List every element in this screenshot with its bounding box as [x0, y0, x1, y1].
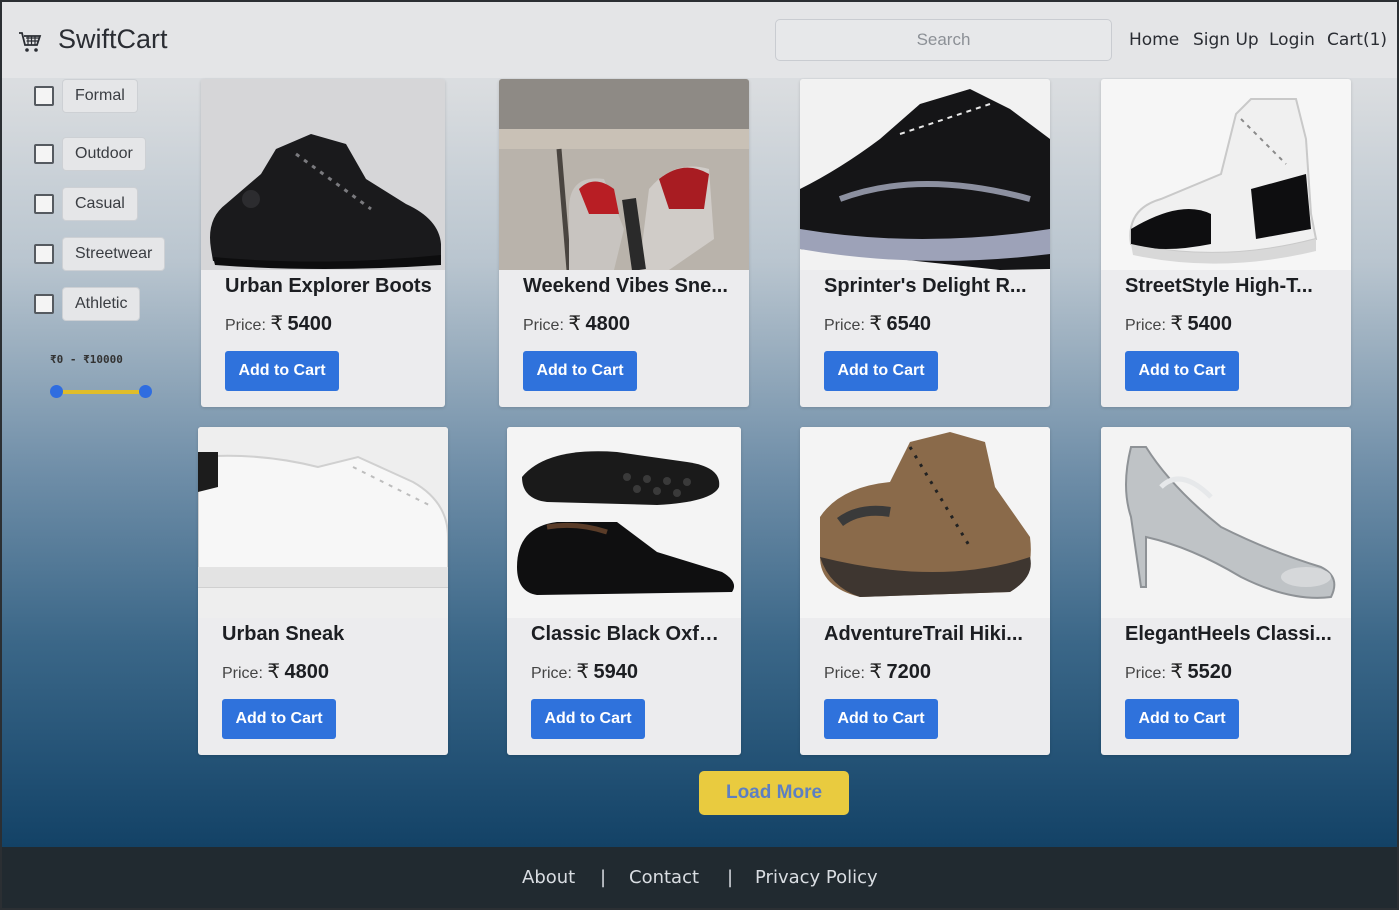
product-name[interactable]: Sprinter's Delight R... — [824, 275, 1038, 298]
product-price: Price: ₹ 5400 — [1125, 313, 1233, 335]
add-to-cart-button[interactable]: Add to Cart — [824, 351, 938, 391]
add-to-cart-button[interactable]: Add to Cart — [1125, 699, 1239, 739]
add-to-cart-button[interactable]: Add to Cart — [523, 351, 637, 391]
filter-label-streetwear[interactable]: Streetwear — [62, 237, 166, 271]
product-price: Price: ₹ 5400 — [225, 313, 333, 335]
product-card: Classic Black Oxford Price: ₹ 5940 Add t… — [507, 427, 741, 755]
product-image[interactable] — [201, 79, 445, 270]
product-image[interactable] — [499, 79, 749, 270]
product-price: Price: ₹ 5520 — [1125, 661, 1233, 683]
filter-checkbox-athletic[interactable] — [34, 294, 54, 314]
price-max-handle[interactable] — [139, 385, 152, 398]
product-card: Weekend Vibes Sne... Price: ₹ 4800 Add t… — [499, 79, 749, 407]
price-range-label: ₹0 - ₹10000 — [50, 353, 123, 366]
footer: About | Contact | Privacy Policy — [2, 847, 1397, 908]
nav-cart-link[interactable]: Cart(1) — [1327, 30, 1387, 50]
product-image[interactable] — [800, 427, 1050, 618]
filter-checkbox-streetwear[interactable] — [34, 244, 54, 264]
product-image[interactable] — [1101, 427, 1351, 618]
product-card: Urban Sneak Price: ₹ 4800 Add to Cart — [198, 427, 448, 755]
nav-signup-link[interactable]: Sign Up — [1193, 30, 1259, 50]
product-card: StreetStyle High-T... Price: ₹ 5400 Add … — [1101, 79, 1351, 407]
nav-login-link[interactable]: Login — [1269, 30, 1315, 50]
load-more-button[interactable]: Load More — [699, 771, 849, 815]
add-to-cart-button[interactable]: Add to Cart — [222, 699, 336, 739]
product-name[interactable]: Urban Explorer Boots — [225, 275, 433, 298]
product-image[interactable] — [198, 427, 448, 618]
product-card: ElegantHeels Classi... Price: ₹ 5520 Add… — [1101, 427, 1351, 755]
filter-label-casual[interactable]: Casual — [62, 187, 138, 221]
product-price: Price: ₹ 5940 — [531, 661, 639, 683]
filter-checkbox-casual[interactable] — [34, 194, 54, 214]
add-to-cart-button[interactable]: Add to Cart — [225, 351, 339, 391]
product-card: AdventureTrail Hiki... Price: ₹ 7200 Add… — [800, 427, 1050, 755]
shopping-cart-icon — [19, 32, 42, 52]
product-name[interactable]: StreetStyle High-T... — [1125, 275, 1339, 298]
product-image[interactable] — [1101, 79, 1351, 270]
filter-label-athletic[interactable]: Athletic — [62, 287, 141, 321]
price-range-track[interactable] — [56, 390, 146, 394]
price-min-handle[interactable] — [50, 385, 63, 398]
search-input[interactable] — [775, 19, 1112, 61]
footer-about-link[interactable]: About — [522, 867, 575, 888]
brand-name[interactable]: SwiftCart — [58, 24, 168, 55]
product-card: Sprinter's Delight R... Price: ₹ 6540 Ad… — [800, 79, 1050, 407]
app-window: SwiftCart Home Sign Up Login Cart(1) For… — [2, 2, 1397, 908]
nav-home-link[interactable]: Home — [1129, 30, 1179, 50]
filter-label-outdoor[interactable]: Outdoor — [62, 137, 146, 171]
footer-contact-link[interactable]: Contact — [629, 867, 699, 888]
product-name[interactable]: Urban Sneak — [222, 623, 436, 646]
product-price: Price: ₹ 4800 — [523, 313, 631, 335]
product-name[interactable]: Weekend Vibes Sne... — [523, 275, 737, 298]
add-to-cart-button[interactable]: Add to Cart — [531, 699, 645, 739]
product-card: Urban Explorer Boots Price: ₹ 5400 Add t… — [201, 79, 445, 407]
footer-separator: | — [727, 867, 734, 888]
product-price: Price: ₹ 6540 — [824, 313, 932, 335]
product-name[interactable]: ElegantHeels Classi... — [1125, 623, 1339, 646]
add-to-cart-button[interactable]: Add to Cart — [824, 699, 938, 739]
filter-checkbox-formal[interactable] — [34, 86, 54, 106]
product-image[interactable] — [800, 79, 1050, 270]
footer-privacy-link[interactable]: Privacy Policy — [755, 867, 878, 888]
product-image[interactable] — [507, 427, 741, 618]
product-name[interactable]: AdventureTrail Hiki... — [824, 623, 1038, 646]
footer-separator: | — [600, 867, 607, 888]
filter-checkbox-outdoor[interactable] — [34, 144, 54, 164]
product-price: Price: ₹ 4800 — [222, 661, 330, 683]
top-navbar: SwiftCart Home Sign Up Login Cart(1) — [2, 2, 1397, 78]
filter-label-formal[interactable]: Formal — [62, 79, 138, 113]
product-price: Price: ₹ 7200 — [824, 661, 932, 683]
product-name[interactable]: Classic Black Oxford — [531, 623, 729, 646]
add-to-cart-button[interactable]: Add to Cart — [1125, 351, 1239, 391]
